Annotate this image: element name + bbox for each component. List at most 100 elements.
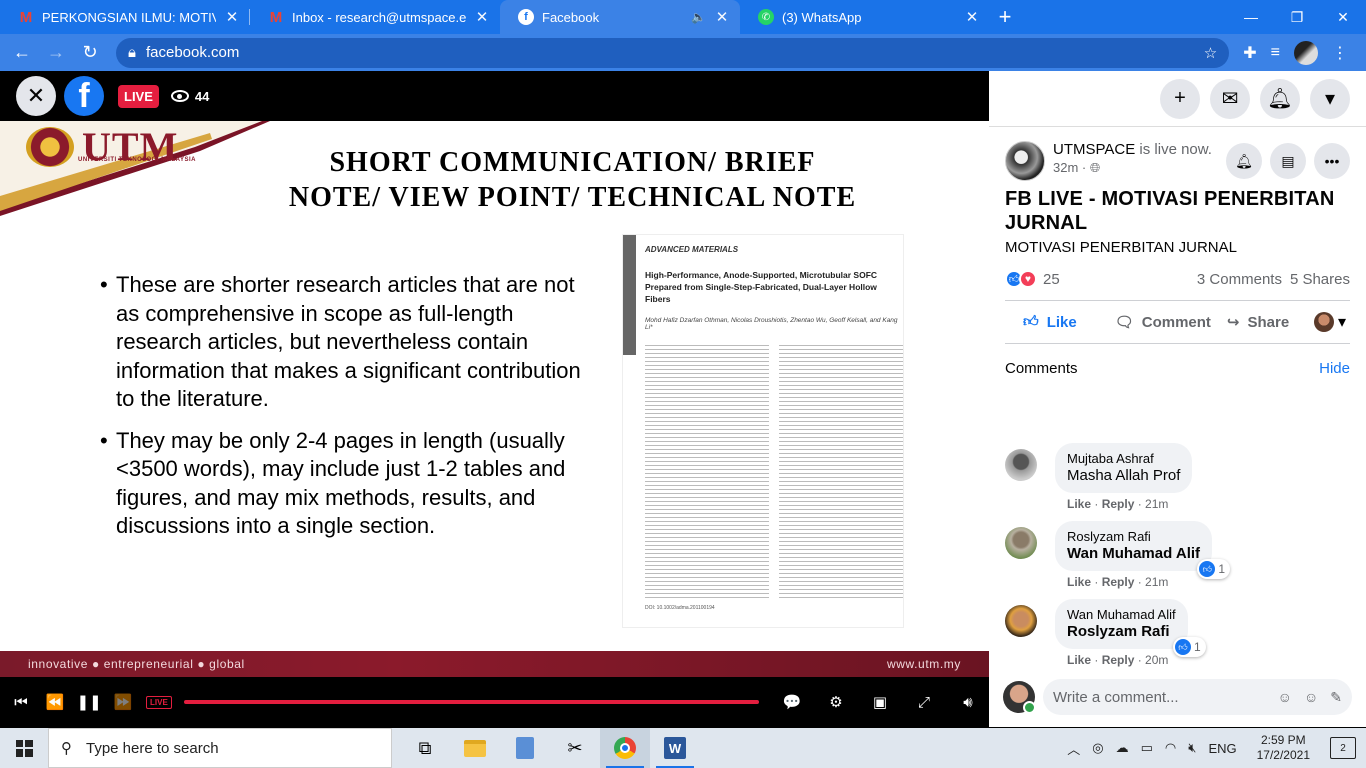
shares-count[interactable]: 5 Shares: [1290, 271, 1350, 288]
close-tab-icon[interactable]: ✕: [224, 8, 240, 26]
save-icon[interactable]: ▤: [1270, 143, 1306, 179]
comment-reply-link[interactable]: Reply: [1102, 653, 1135, 667]
taskbar-clock[interactable]: 2:59 PM 17/2/2021: [1257, 733, 1310, 763]
close-tab-icon[interactable]: ✕: [714, 8, 730, 26]
page-avatar[interactable]: [1005, 141, 1045, 181]
comment-button[interactable]: 🗨︎ Comment: [1115, 313, 1211, 332]
sticker-icon[interactable]: ✎: [1330, 689, 1342, 706]
snipping-tool-icon[interactable]: ✂: [550, 728, 600, 768]
chevron-up-icon[interactable]: ︿: [1067, 739, 1080, 758]
comment-reply-link[interactable]: Reply: [1102, 497, 1135, 511]
post-time-text[interactable]: 32m ·: [1053, 160, 1090, 175]
onedrive-cloud-icon[interactable]: ☁: [1116, 740, 1129, 756]
comment-author[interactable]: Wan Muhamad Alif: [1067, 607, 1176, 623]
comment-reactions[interactable]: 👍︎ 1: [1197, 559, 1231, 579]
captions-icon[interactable]: 💬: [781, 691, 803, 713]
close-tab-icon[interactable]: ✕: [474, 8, 490, 26]
reaction-icons[interactable]: 👍︎ ♥: [1005, 270, 1037, 288]
comment-reply-link[interactable]: Reply: [1102, 575, 1135, 589]
picture-in-picture-icon[interactable]: ▣: [869, 691, 891, 713]
page-name[interactable]: UTMSPACE: [1053, 141, 1135, 158]
comment-input-icons: ☺ ☺ ✎: [1278, 689, 1342, 706]
comment-like-link[interactable]: Like: [1067, 497, 1091, 511]
taskbar-search-placeholder[interactable]: Type here to search: [86, 740, 219, 757]
progress-bar[interactable]: [183, 700, 759, 704]
follow-bell-icon[interactable]: 🔔︎: [1226, 143, 1262, 179]
commenter-avatar[interactable]: [1005, 605, 1037, 637]
battery-icon[interactable]: ▭: [1141, 740, 1153, 756]
tab-whatsapp[interactable]: ✆ (3) WhatsApp ✕: [740, 0, 990, 34]
messenger-icon[interactable]: ✉: [1210, 78, 1250, 119]
rewind-icon[interactable]: ⏪: [44, 691, 66, 713]
start-button[interactable]: [0, 728, 48, 768]
word-icon[interactable]: W: [650, 728, 700, 768]
back-icon[interactable]: ←: [8, 39, 36, 67]
language-indicator[interactable]: ENG: [1208, 741, 1236, 756]
maximize-icon[interactable]: ❐: [1274, 0, 1320, 34]
reload-icon[interactable]: ↻: [76, 39, 104, 67]
comment-author[interactable]: Roslyzam Rafi: [1067, 529, 1200, 545]
calculator-icon[interactable]: [500, 728, 550, 768]
skip-previous-icon[interactable]: ⏮: [10, 691, 32, 713]
close-video-button[interactable]: ✕: [16, 76, 56, 116]
close-window-icon[interactable]: ✕: [1320, 0, 1366, 34]
taskbar-search[interactable]: ⚲ Type here to search: [48, 728, 392, 768]
volume-icon[interactable]: 🔊︎: [957, 691, 979, 713]
fullscreen-icon[interactable]: ⤢: [913, 691, 935, 713]
account-chevron-down-icon[interactable]: ▾: [1310, 78, 1350, 119]
url-bar[interactable]: 🔒︎ facebook.com ☆: [116, 37, 1230, 68]
notification-center-icon[interactable]: 2: [1330, 737, 1356, 759]
close-tab-icon[interactable]: ✕: [964, 8, 980, 26]
comment-time[interactable]: 21m: [1145, 575, 1168, 589]
emoji-icon[interactable]: ☺: [1304, 689, 1318, 706]
tab-inbox[interactable]: M Inbox - research@utmspace.edu ✕: [250, 0, 500, 34]
chrome-icon[interactable]: [600, 728, 650, 768]
comment-author[interactable]: Mujtaba Ashraf: [1067, 451, 1180, 467]
create-plus-icon[interactable]: +: [1160, 78, 1200, 119]
speaker-icon[interactable]: 🔈: [691, 10, 706, 24]
more-options-icon[interactable]: •••: [1314, 143, 1350, 179]
presentation-slide[interactable]: UTM UNIVERSITI TEKNOLOGI MALAYSIA SHORT …: [0, 121, 989, 677]
file-explorer-icon[interactable]: [450, 728, 500, 768]
avatar[interactable]: [1003, 681, 1036, 714]
commenter-avatar[interactable]: [1005, 527, 1037, 559]
wifi-icon[interactable]: ◠: [1165, 740, 1176, 756]
menu-kebab-icon[interactable]: ⋮: [1332, 43, 1348, 63]
media-control-icon[interactable]: ≡: [1271, 44, 1280, 62]
settings-gear-icon[interactable]: ⚙: [825, 691, 847, 713]
comment-input[interactable]: Write a comment... ☺ ☺ ✎: [1043, 679, 1352, 715]
reaction-count[interactable]: 25: [1043, 271, 1060, 288]
commenter-avatar[interactable]: [1005, 449, 1037, 481]
hide-comments-link[interactable]: Hide: [1319, 360, 1350, 377]
comment-time[interactable]: 21m: [1145, 497, 1168, 511]
comment-input-placeholder[interactable]: Write a comment...: [1053, 689, 1278, 706]
reaction-profile-picker[interactable]: ▾: [1313, 312, 1346, 332]
facebook-logo-icon[interactable]: f: [64, 76, 104, 116]
slide-bullets: These are shorter research articles that…: [100, 271, 600, 554]
comment-reactions[interactable]: 👍︎ 1: [1172, 637, 1206, 657]
tab-facebook[interactable]: f Facebook 🔈 ✕: [500, 0, 740, 34]
minimize-icon[interactable]: —: [1228, 0, 1274, 34]
like-button[interactable]: 👍︎ Like: [1023, 313, 1077, 331]
profile-avatar[interactable]: [1294, 40, 1318, 65]
task-view-icon[interactable]: ⧉: [400, 728, 450, 768]
antivirus-icon[interactable]: ◎: [1092, 740, 1103, 756]
share-button[interactable]: ↪ Share: [1227, 313, 1289, 332]
avatar-sticker-icon[interactable]: ☺: [1278, 689, 1292, 706]
forward-icon[interactable]: →: [42, 39, 70, 67]
comment-like-link[interactable]: Like: [1067, 575, 1091, 589]
notifications-bell-icon[interactable]: 🔔︎: [1260, 78, 1300, 119]
comment-time[interactable]: 20m: [1145, 653, 1168, 667]
comment-like-link[interactable]: Like: [1067, 653, 1091, 667]
volume-muted-icon[interactable]: 🔇︎: [1188, 740, 1196, 756]
tab-perkongsian-ilmu[interactable]: M PERKONGSIAN ILMU: MOTIVASI ✕: [0, 0, 250, 34]
url-text[interactable]: facebook.com: [146, 44, 1194, 61]
new-tab-button[interactable]: +: [990, 0, 1020, 34]
fast-forward-icon[interactable]: ⏩: [112, 691, 134, 713]
comments-count[interactable]: 3 Comments: [1197, 271, 1282, 288]
bookmark-star-icon[interactable]: ☆: [1204, 44, 1217, 62]
lock-icon[interactable]: 🔒︎: [128, 44, 136, 61]
extensions-puzzle-icon[interactable]: ✚: [1243, 43, 1256, 63]
live-indicator[interactable]: LIVE: [146, 695, 172, 709]
pause-icon[interactable]: ❚❚: [76, 691, 101, 713]
